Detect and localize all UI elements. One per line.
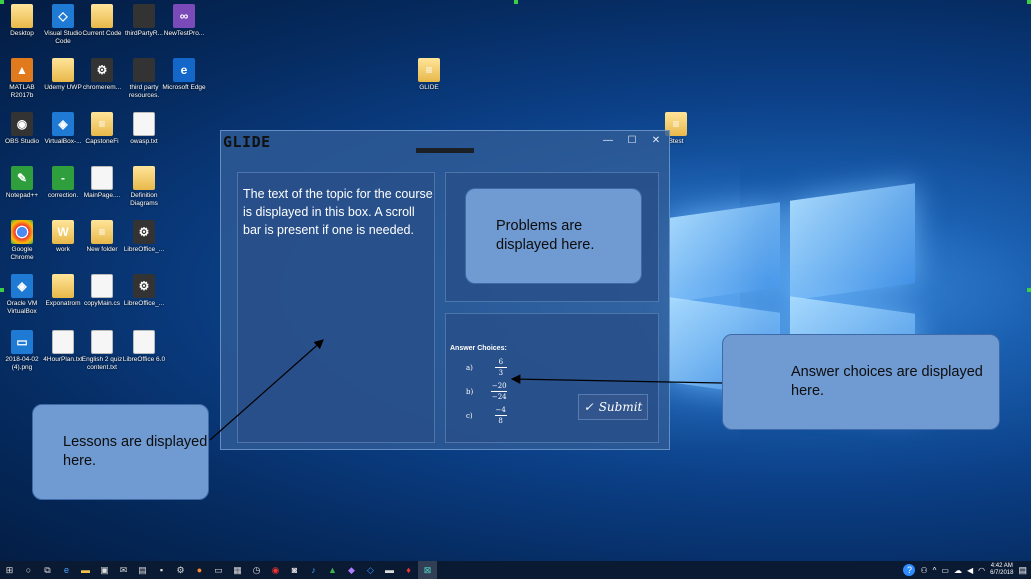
wifi-icon[interactable]: ◠ — [978, 566, 985, 575]
volume-icon[interactable]: ◀ — [967, 566, 973, 575]
file-explorer-icon[interactable]: ▬ — [76, 561, 95, 579]
selection-handle — [0, 288, 4, 292]
media-icon[interactable]: ▤ — [133, 561, 152, 579]
search-circle-icon[interactable]: ○ — [19, 561, 38, 579]
selection-handle — [1027, 0, 1031, 4]
firefox-icon[interactable]: ● — [190, 561, 209, 579]
cloud-icon[interactable]: ☁ — [954, 566, 962, 575]
mail-icon[interactable]: ✉ — [114, 561, 133, 579]
visual-studio-icon[interactable]: ◆ — [342, 561, 361, 579]
selection-handle — [0, 0, 4, 4]
help-icon[interactable]: ? — [903, 564, 916, 576]
notifications-icon[interactable]: ▤ — [1018, 565, 1027, 576]
app-icon[interactable]: ▪ — [152, 561, 171, 579]
start-windows-icon[interactable]: ⊞ — [0, 561, 19, 579]
notes-icon[interactable]: ▬ — [380, 561, 399, 579]
answers-arrow — [510, 374, 723, 384]
selection-handle — [514, 0, 518, 4]
mixer-icon[interactable]: ♪ — [304, 561, 323, 579]
people-icon[interactable]: ⚇ — [920, 566, 927, 575]
glide-taskbar-icon[interactable]: ⊠ — [418, 561, 437, 579]
lessons-arrow — [209, 339, 324, 441]
red-app-icon[interactable]: ♦ — [399, 561, 418, 579]
chevron-up-icon[interactable]: ^ — [933, 566, 937, 575]
chrome-taskbar-icon[interactable]: ◉ — [266, 561, 285, 579]
callout-arrows — [209, 339, 723, 441]
task-view-icon[interactable]: ⧉ — [38, 561, 57, 579]
edge-taskbar-icon[interactable]: e — [57, 561, 76, 579]
android-icon[interactable]: ▲ — [323, 561, 342, 579]
taskbar-clock[interactable]: 4:42 AM 6/7/2018 — [990, 563, 1013, 577]
battery-icon[interactable]: ▭ — [941, 566, 949, 575]
store-icon[interactable]: ▣ — [95, 561, 114, 579]
clock-date: 6/7/2018 — [990, 570, 1014, 576]
settings-icon[interactable]: ⚙ — [171, 561, 190, 579]
selection-handle — [1027, 288, 1031, 292]
camera-icon[interactable]: ◙ — [285, 561, 304, 579]
terminal-icon[interactable]: ▭ — [209, 561, 228, 579]
system-tray: ? ⚇ ^ ▭ ☁ ◀ ◠ 4:42 AM 6/7/2018 ▤ — [903, 561, 1031, 579]
taskbar: ⊞ ○ ⧉ e ▬ ▣ ✉ ▤ ▪ ⚙ ● ▭ ▦ ◷ ◉ ◙ ♪ ▲ ◆ ◇ … — [0, 561, 1031, 579]
clock-app-icon[interactable]: ◷ — [247, 561, 266, 579]
vscode-taskbar-icon[interactable]: ◇ — [361, 561, 380, 579]
calculator-icon[interactable]: ▦ — [228, 561, 247, 579]
clock-time: 4:42 AM — [990, 563, 1013, 569]
